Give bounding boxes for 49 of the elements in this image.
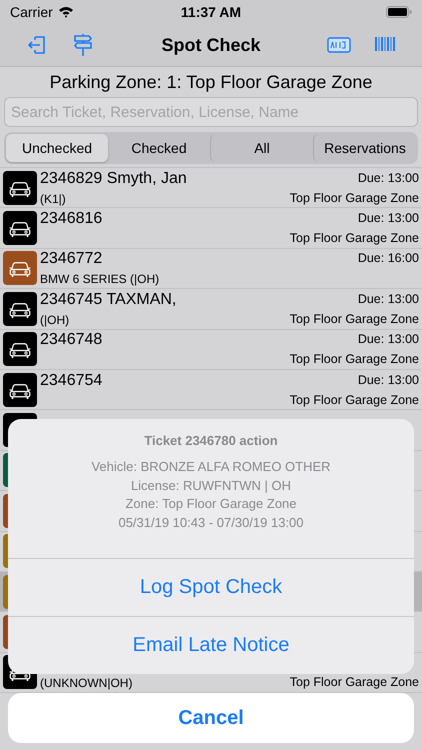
ticket-row[interactable]: 2346748 Due: 13:00 Top Floor Garage Zone [0, 330, 422, 370]
signpost-icon[interactable] [73, 33, 93, 57]
filter-segment[interactable]: Unchecked [6, 134, 108, 162]
battery-icon [386, 6, 412, 18]
zone-label: Top Floor Garage Zone [290, 392, 419, 408]
filter-segment[interactable]: All [210, 134, 313, 162]
wifi-icon [58, 6, 74, 18]
ticket-row[interactable]: 2346754 Due: 13:00 Top Floor Garage Zone [0, 370, 422, 410]
ticket-title: 2346745 TAXMAN, [40, 290, 178, 309]
sheet-message: Zone: Top Floor Garage Zone [125, 495, 297, 513]
ticket-title: 2346829 Smyth, Jan [40, 170, 188, 188]
carrier-label: Carrier [10, 4, 53, 20]
zone-label: Top Floor Garage Zone [290, 190, 419, 206]
barcode-icon[interactable] [374, 36, 396, 54]
vehicle-detail: BMW 6 SERIES (|OH) [40, 272, 160, 286]
ticket-title: 2346772 [40, 250, 104, 268]
due-time: Due: 13:00 [358, 290, 419, 307]
sheet-title: Ticket 2346780 action [144, 433, 278, 448]
ticket-row[interactable]: 2346816 Due: 13:00 Top Floor Garage Zone [0, 208, 422, 249]
filter-segment[interactable]: Reservations [313, 134, 416, 162]
due-time: Due: 13:00 [358, 170, 419, 186]
zone-label: Top Floor Garage Zone [290, 310, 419, 327]
vehicle-detail: (UNKNOWN|OH) [40, 676, 134, 690]
zone-label: Top Floor Garage Zone [290, 674, 419, 690]
vehicle-detail: (|OH) [40, 312, 70, 327]
zone-title: Parking Zone: 1: Top Floor Garage Zone [48, 71, 374, 94]
sheet-message: 05/31/19 10:43 - 07/30/19 13:00 [118, 514, 304, 532]
sheet-message: Vehicle: BRONZE ALFA ROMEO OTHER [91, 458, 331, 476]
vehicle-detail: (K1|) [40, 192, 67, 206]
filter-segment[interactable]: Checked [108, 134, 210, 162]
ticket-title: 2346816 [40, 210, 104, 228]
zone-label: Top Floor Garage Zone [290, 230, 419, 246]
due-time: Due: 13:00 [358, 210, 419, 226]
due-time: Due: 16:00 [358, 250, 419, 266]
ticket-row[interactable]: 2346829 Smyth, Jan (K1|) Due: 13:00 Top Floor Garage Zone [0, 168, 422, 208]
due-time: Due: 13:00 [358, 331, 419, 348]
ticket-row[interactable]: 2346745 TAXMAN, (|OH) Due: 13:00 Top Floor Garage Zone [0, 289, 422, 330]
cancel-button[interactable]: Cancel [8, 693, 414, 743]
ticket-row[interactable]: 2346772 BMW 6 SERIES (|OH) Due: 16:00 [0, 248, 422, 290]
logout-icon[interactable] [27, 35, 47, 55]
due-time: Due: 13:00 [358, 372, 419, 388]
nav-title: Spot Check [160, 34, 262, 56]
ticket-title: 2346748 [40, 331, 104, 350]
license-plate-icon[interactable] [327, 37, 351, 53]
ticket-title: 2346754 [40, 372, 104, 390]
zone-label: Top Floor Garage Zone [290, 351, 419, 368]
search-field[interactable]: Search Ticket, Reservation, License, Name [4, 97, 418, 127]
status-time: 11:37 AM [180, 4, 242, 20]
sheet-message: License: RUWFNTWN | OH [130, 476, 292, 495]
